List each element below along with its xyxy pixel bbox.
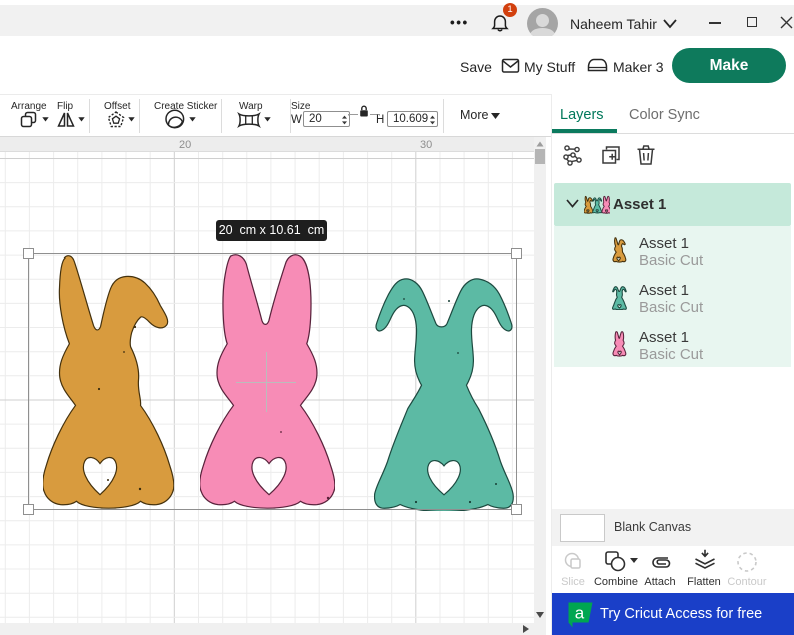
svg-text:a: a bbox=[575, 604, 585, 623]
